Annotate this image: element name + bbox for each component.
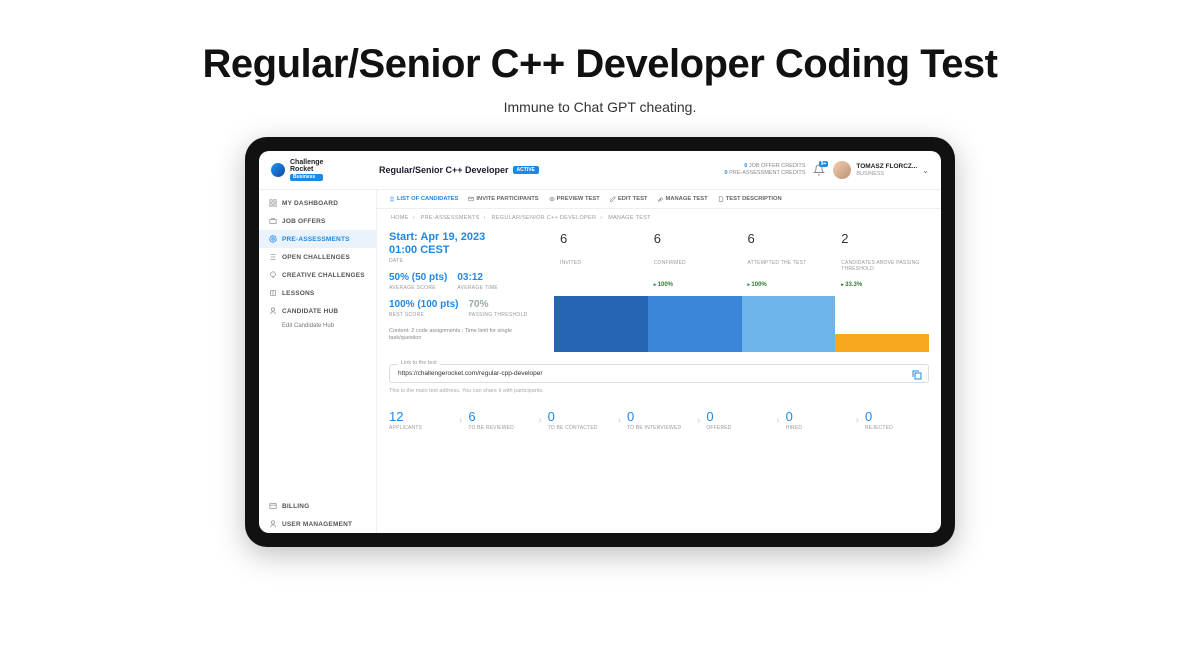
list-icon xyxy=(389,196,395,202)
sidebar-item-lessons[interactable]: LESSONS xyxy=(259,284,376,302)
link-value: https://challengerocket.com/regular-cpp-… xyxy=(398,370,543,377)
card-icon xyxy=(269,502,277,510)
chevron-right-icon: › xyxy=(538,415,541,426)
tab-preview-test[interactable]: PREVIEW TEST xyxy=(549,196,600,202)
breadcrumb: HOME› PRE-ASSESSMENTS› REGULAR/SENIOR C+… xyxy=(377,209,941,227)
link-help: This is the main test address. You can s… xyxy=(389,388,929,394)
crumb[interactable]: REGULAR/SENIOR C++ DEVELOPER xyxy=(492,215,597,221)
brand-logo[interactable]: Challenge Rocket Business xyxy=(271,159,379,181)
sidebar-item-billing[interactable]: BILLING xyxy=(259,497,376,515)
sidebar-item-open-challenges[interactable]: OPEN CHALLENGES xyxy=(259,248,376,266)
users-icon xyxy=(269,307,277,315)
target-icon xyxy=(269,235,277,243)
best-score: 100% (100 pts) xyxy=(389,299,458,310)
content-note: Content: 2 code assignments ; Time limit… xyxy=(389,328,544,342)
dashboard-panel: Start: Apr 19, 202301:00 CEST DATE 50% (… xyxy=(377,227,941,360)
pipeline-to-be-interviewed[interactable]: 0TO BE INTERVIEWED xyxy=(627,409,691,431)
page-subtitle: Immune to Chat GPT cheating. xyxy=(0,99,1200,115)
tab-manage-test[interactable]: MANAGE TEST xyxy=(657,196,707,202)
chevron-down-icon: ⌄ xyxy=(922,166,929,175)
funnel-invited: 6 INVITED xyxy=(554,231,648,288)
average-time: 03:12 xyxy=(457,272,498,283)
user-menu[interactable]: TOMASZ FLORCZ... BUSINESS xyxy=(856,163,917,176)
tablet-frame: Challenge Rocket Business Regular/Senior… xyxy=(245,137,955,547)
avatar[interactable] xyxy=(833,161,851,179)
chevron-right-icon: › xyxy=(776,415,779,426)
pencil-icon xyxy=(610,196,616,202)
chevron-right-icon: › xyxy=(697,415,700,426)
bulb-icon xyxy=(269,271,277,279)
app-screen: Challenge Rocket Business Regular/Senior… xyxy=(259,151,941,533)
funnel-above-threshold: 2 CANDIDATES ABOVE PASSING THRESHOLD 33.… xyxy=(835,231,929,288)
tab-invite-participants[interactable]: INVITE PARTICIPANTS xyxy=(468,196,538,202)
eye-icon xyxy=(549,196,555,202)
person-icon xyxy=(269,520,277,528)
page-title: Regular/Senior C++ Developer Coding Test xyxy=(0,42,1200,87)
sidebar-item-dashboard[interactable]: MY DASHBOARD xyxy=(259,194,376,212)
link-label: Link to the test xyxy=(398,360,440,366)
funnel: 6 INVITED 6 CONFIRMED 100% 6 ATTEMPTED T… xyxy=(554,231,929,352)
mail-icon xyxy=(468,196,474,202)
crumb[interactable]: HOME xyxy=(391,215,409,221)
funnel-chart xyxy=(554,296,929,352)
sidebar: MY DASHBOARD JOB OFFERS PRE-ASSESSMENTS … xyxy=(259,190,377,533)
pipeline-to-be-contacted[interactable]: 0TO BE CONTACTED xyxy=(548,409,612,431)
pipeline-applicants[interactable]: 12APPLICANTS xyxy=(389,409,453,431)
pipeline-hired[interactable]: 0HIRED xyxy=(786,409,850,431)
tab-edit-test[interactable]: EDIT TEST xyxy=(610,196,648,202)
test-link-field[interactable]: Link to the test https://challengerocket… xyxy=(389,364,929,383)
passing-threshold: 70% xyxy=(468,299,527,310)
notifications-button[interactable]: 9+ xyxy=(813,164,825,176)
rocket-icon xyxy=(271,163,285,177)
pipeline-offered[interactable]: 0OFFERED xyxy=(706,409,770,431)
summary-col: Start: Apr 19, 202301:00 CEST DATE 50% (… xyxy=(389,231,544,352)
wrench-icon xyxy=(657,196,663,202)
user-name: TOMASZ FLORCZ... xyxy=(856,163,917,170)
brand-line1: Challenge xyxy=(290,159,323,166)
chevron-right-icon: › xyxy=(618,415,621,426)
content: LIST OF CANDIDATES INVITE PARTICIPANTS P… xyxy=(377,190,941,533)
brand-badge: Business xyxy=(290,174,323,181)
tab-bar: LIST OF CANDIDATES INVITE PARTICIPANTS P… xyxy=(377,190,941,209)
funnel-confirmed: 6 CONFIRMED 100% xyxy=(648,231,742,288)
credits-block: 0 JOB OFFER CREDITS 0 PRE-ASSESSMENT CRE… xyxy=(724,163,805,177)
funnel-attempted: 6 ATTEMPTED THE TEST 100% xyxy=(742,231,836,288)
sidebar-sub-edit-candidate-hub[interactable]: Edit Candidate Hub xyxy=(259,320,376,332)
tab-list-of-candidates[interactable]: LIST OF CANDIDATES xyxy=(389,196,458,202)
briefcase-icon xyxy=(269,217,277,225)
user-role: BUSINESS xyxy=(856,171,917,177)
sidebar-item-creative-challenges[interactable]: CREATIVE CHALLENGES xyxy=(259,266,376,284)
chevron-right-icon: › xyxy=(459,415,462,426)
list-icon xyxy=(269,253,277,261)
crumb: MANAGE TEST xyxy=(608,215,651,221)
doc-icon xyxy=(718,196,724,202)
sidebar-item-pre-assessments[interactable]: PRE-ASSESSMENTS xyxy=(259,230,376,248)
pipeline-to-be-reviewed[interactable]: 6TO BE REVIEWED xyxy=(468,409,532,431)
grid-icon xyxy=(269,199,277,207)
pipeline: 12APPLICANTS › 6TO BE REVIEWED › 0TO BE CO… xyxy=(377,397,941,431)
chevron-right-icon: › xyxy=(856,415,859,426)
copy-icon[interactable] xyxy=(912,370,922,380)
brand-line2: Rocket xyxy=(290,166,323,173)
header-title: Regular/Senior C++ Developer xyxy=(379,165,509,175)
sidebar-item-candidate-hub[interactable]: CANDIDATE HUB xyxy=(259,302,376,320)
status-badge: ACTIVE xyxy=(513,166,539,174)
pipeline-rejected[interactable]: 0REJECTED xyxy=(865,409,929,431)
notif-count: 9+ xyxy=(819,161,829,167)
crumb[interactable]: PRE-ASSESSMENTS xyxy=(421,215,480,221)
start-date: Start: Apr 19, 202301:00 CEST xyxy=(389,231,544,256)
sidebar-item-job-offers[interactable]: JOB OFFERS xyxy=(259,212,376,230)
sidebar-item-user-management[interactable]: USER MANAGEMENT xyxy=(259,515,376,533)
book-icon xyxy=(269,289,277,297)
tab-test-description[interactable]: TEST DESCRIPTION xyxy=(718,196,782,202)
app-header: Challenge Rocket Business Regular/Senior… xyxy=(259,151,941,190)
average-score: 50% (50 pts) xyxy=(389,272,447,283)
